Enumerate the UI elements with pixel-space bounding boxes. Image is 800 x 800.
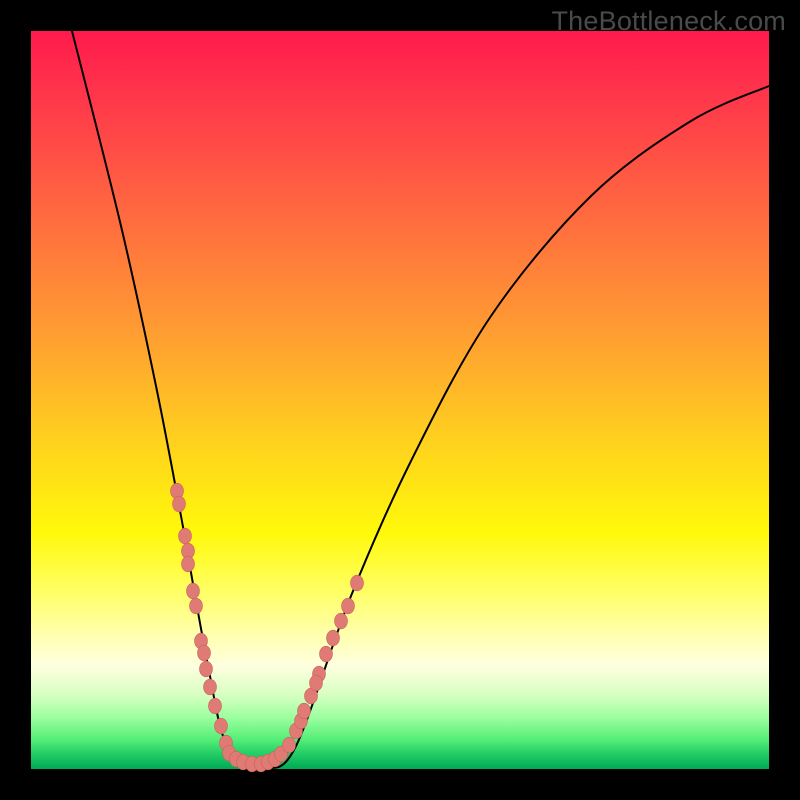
bottleneck-curve [72,31,769,773]
data-point [182,556,195,572]
data-point [173,496,186,512]
data-point [200,661,213,677]
data-point [198,645,211,661]
data-point [190,598,203,614]
data-point [335,613,348,629]
chart-overlay [31,31,769,769]
data-point [209,698,222,714]
data-point [204,679,217,695]
data-point [215,718,228,734]
data-point [342,598,355,614]
scatter-points [171,483,364,772]
data-point [327,630,340,646]
data-point [283,737,296,753]
data-point [187,583,200,599]
data-point [351,575,364,591]
data-point [310,675,323,691]
data-point [298,703,311,719]
data-point [179,528,192,544]
data-point [320,646,333,662]
